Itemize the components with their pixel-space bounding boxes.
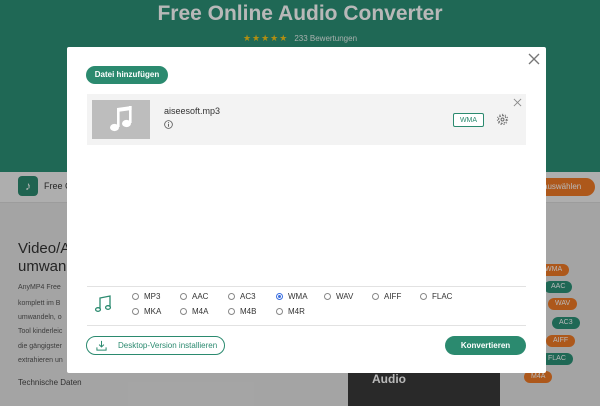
radio-button[interactable]: [228, 308, 235, 315]
file-name: aiseesoft.mp3: [164, 106, 221, 116]
format-option-m4r[interactable]: M4R: [276, 307, 305, 316]
radio-button-selected[interactable]: [276, 293, 283, 300]
format-label: M4B: [240, 307, 257, 316]
add-file-button[interactable]: Datei hinzufügen: [86, 66, 168, 84]
file-thumbnail: [92, 100, 150, 139]
format-option-wma[interactable]: WMA: [276, 292, 308, 301]
format-label: AC3: [240, 292, 256, 301]
format-option-mp3[interactable]: MP3: [132, 292, 160, 301]
format-option-m4a[interactable]: M4A: [180, 307, 208, 316]
format-option-ac3[interactable]: AC3: [228, 292, 256, 301]
install-desktop-label: Desktop-Version installieren: [118, 341, 218, 350]
gear-icon[interactable]: [496, 113, 509, 126]
close-icon[interactable]: [527, 52, 541, 66]
convert-button[interactable]: Konvertieren: [445, 336, 526, 355]
radio-button[interactable]: [180, 308, 187, 315]
format-option-aac[interactable]: AAC: [180, 292, 208, 301]
format-option-mka[interactable]: MKA: [132, 307, 161, 316]
format-label: AIFF: [384, 292, 402, 301]
music-note-icon: [110, 105, 132, 131]
radio-button[interactable]: [276, 308, 283, 315]
format-label: MP3: [144, 292, 161, 301]
audio-format-icon: [94, 295, 112, 312]
format-label: WAV: [336, 292, 354, 301]
format-label: FLAC: [432, 292, 453, 301]
info-icon[interactable]: [164, 120, 173, 129]
format-label: AAC: [192, 292, 209, 301]
format-label: WMA: [288, 292, 308, 301]
install-desktop-button[interactable]: Desktop-Version installieren: [86, 336, 225, 355]
format-option-m4b[interactable]: M4B: [228, 307, 256, 316]
format-label: MKA: [144, 307, 162, 316]
output-format-badge[interactable]: WMA: [453, 113, 484, 127]
format-option-wav[interactable]: WAV: [324, 292, 353, 301]
radio-button[interactable]: [420, 293, 427, 300]
radio-button[interactable]: [132, 293, 139, 300]
format-option-flac[interactable]: FLAC: [420, 292, 452, 301]
divider: [87, 325, 526, 326]
radio-button[interactable]: [324, 293, 331, 300]
radio-button[interactable]: [372, 293, 379, 300]
format-label: M4A: [192, 307, 209, 316]
radio-button[interactable]: [132, 308, 139, 315]
format-label: M4R: [288, 307, 305, 316]
divider: [87, 286, 526, 287]
download-icon: [96, 340, 107, 351]
radio-button[interactable]: [180, 293, 187, 300]
remove-file-icon[interactable]: [513, 98, 522, 107]
format-option-aiff[interactable]: AIFF: [372, 292, 401, 301]
radio-button[interactable]: [228, 293, 235, 300]
